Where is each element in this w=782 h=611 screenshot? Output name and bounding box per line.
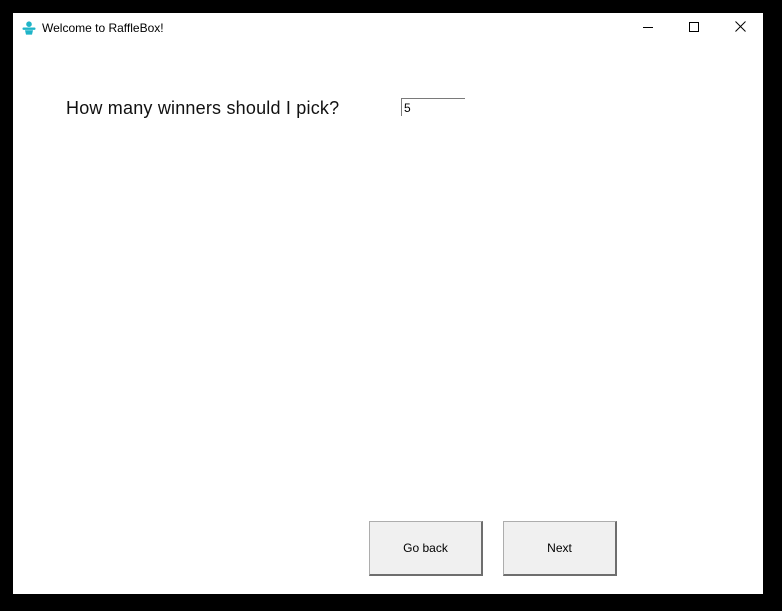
close-button[interactable]	[717, 13, 763, 43]
minimize-icon	[643, 19, 653, 37]
minimize-button[interactable]	[625, 13, 671, 43]
winners-question-label: How many winners should I pick?	[66, 98, 340, 118]
app-window: Welcome to RaffleBox! How many winners s…	[13, 13, 763, 594]
close-icon	[734, 19, 746, 37]
go-back-button[interactable]: Go back	[369, 521, 483, 576]
window-title: Welcome to RaffleBox!	[42, 21, 164, 35]
raffle-person-icon	[22, 21, 36, 35]
title-bar[interactable]: Welcome to RaffleBox!	[13, 13, 763, 44]
maximize-button[interactable]	[671, 13, 717, 43]
next-button[interactable]: Next	[503, 521, 617, 576]
maximize-icon	[689, 19, 699, 37]
winners-count-input[interactable]	[401, 98, 465, 116]
